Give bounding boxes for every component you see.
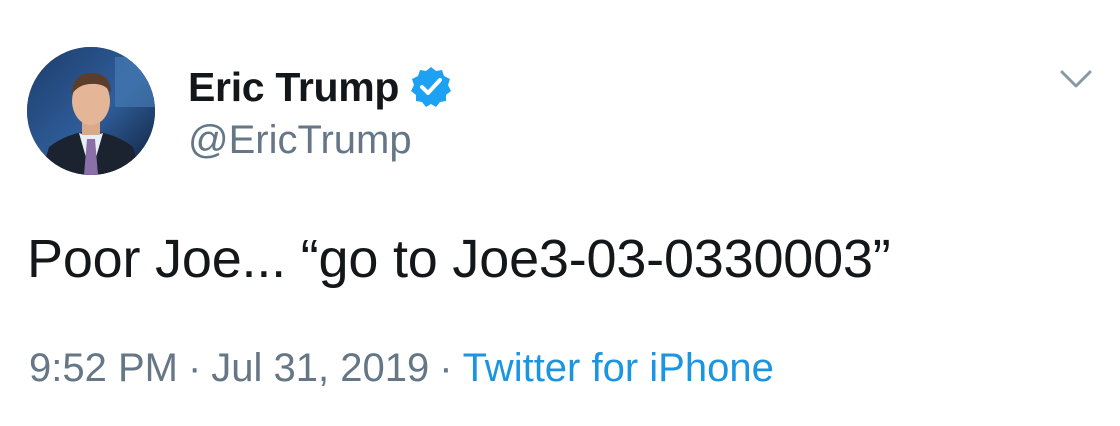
chevron-down-icon[interactable]	[1058, 66, 1094, 92]
tweet-card: Eric Trump @EricTrump Poor Joe... “go to…	[0, 0, 1120, 426]
tweet-date[interactable]: Jul 31, 2019	[211, 346, 429, 390]
verified-badge-icon	[409, 65, 453, 109]
meta-separator: ·	[187, 346, 202, 390]
tweet-source-link[interactable]: Twitter for iPhone	[463, 346, 774, 390]
handle[interactable]: @EricTrump	[188, 118, 412, 163]
avatar[interactable]	[27, 47, 155, 175]
tweet-text: Poor Joe... “go to Joe3-03-0330003”	[27, 229, 891, 289]
tweet-meta: 9:52 PM · Jul 31, 2019 · Twitter for iPhone	[29, 346, 774, 391]
tweet-time[interactable]: 9:52 PM	[29, 346, 178, 390]
display-name[interactable]: Eric Trump	[188, 64, 399, 111]
meta-separator: ·	[439, 346, 453, 390]
avatar-image	[27, 47, 155, 175]
author-name-row[interactable]: Eric Trump	[188, 62, 453, 112]
